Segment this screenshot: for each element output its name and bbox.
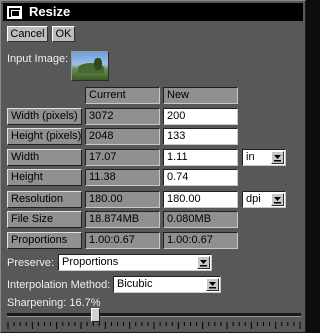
column-header-new: New — [163, 87, 238, 104]
sharpening-slider[interactable] — [7, 308, 301, 330]
new-width-input[interactable]: 1.11 — [163, 149, 238, 166]
current-resolution: 180.00 — [85, 191, 160, 208]
current-height-pixels: 2048 — [85, 128, 160, 145]
row-label-proportions: Proportions — [7, 232, 82, 249]
input-image-thumbnail — [71, 51, 109, 81]
preserve-label: Preserve: — [7, 257, 55, 269]
cancel-button[interactable]: Cancel — [7, 26, 48, 42]
row-label-width: Width — [7, 149, 82, 166]
interpolation-label: Interpolation Method: — [7, 279, 111, 291]
current-height: 11.38 — [85, 169, 160, 186]
row-label-height: Height — [7, 169, 82, 186]
new-file-size: 0.080MB — [163, 211, 238, 228]
row-label-resolution: Resolution — [7, 191, 82, 208]
size-unit-dropdown[interactable]: in — [242, 149, 286, 166]
new-height-pixels-input[interactable]: 133 — [163, 128, 238, 145]
new-width-pixels-input[interactable]: 200 — [163, 108, 238, 125]
resolution-unit-dropdown[interactable]: dpi — [242, 191, 286, 208]
row-label-height-pixels: Height (pixels) — [7, 128, 82, 145]
new-resolution-input[interactable]: 180.00 — [163, 191, 238, 208]
current-proportions: 1.00:0.67 — [85, 232, 160, 249]
chevron-down-icon[interactable] — [206, 278, 219, 291]
current-width: 17.07 — [85, 149, 160, 166]
size-unit-value: in — [246, 151, 255, 163]
preserve-dropdown[interactable]: Proportions — [58, 254, 212, 271]
title-bar[interactable]: Resize — [3, 3, 303, 21]
new-height-input[interactable]: 0.74 — [163, 169, 238, 186]
window-menu-icon[interactable] — [7, 6, 22, 19]
window-title: Resize — [29, 4, 71, 19]
resolution-unit-value: dpi — [246, 193, 261, 205]
chevron-down-icon[interactable] — [197, 256, 210, 269]
column-header-current: Current — [85, 87, 160, 104]
current-file-size: 18.874MB — [85, 211, 160, 228]
current-width-pixels: 3072 — [85, 108, 160, 125]
chevron-down-icon[interactable] — [271, 151, 284, 164]
preserve-value: Proportions — [62, 256, 119, 268]
resize-dialog: Resize Cancel OK Input Image: Current Ne… — [0, 0, 306, 333]
slider-track[interactable] — [7, 313, 301, 317]
new-proportions: 1.00:0.67 — [163, 232, 238, 249]
ok-button[interactable]: OK — [52, 26, 75, 42]
interpolation-value: Bicubic — [117, 278, 153, 290]
chevron-down-icon[interactable] — [271, 193, 284, 206]
row-label-file-size: File Size — [7, 211, 82, 228]
slider-handle[interactable] — [91, 308, 100, 322]
row-label-width-pixels: Width (pixels) — [7, 108, 82, 125]
slider-ticks — [7, 322, 301, 329]
input-image-label: Input Image: — [7, 53, 69, 65]
interpolation-dropdown[interactable]: Bicubic — [113, 276, 221, 293]
